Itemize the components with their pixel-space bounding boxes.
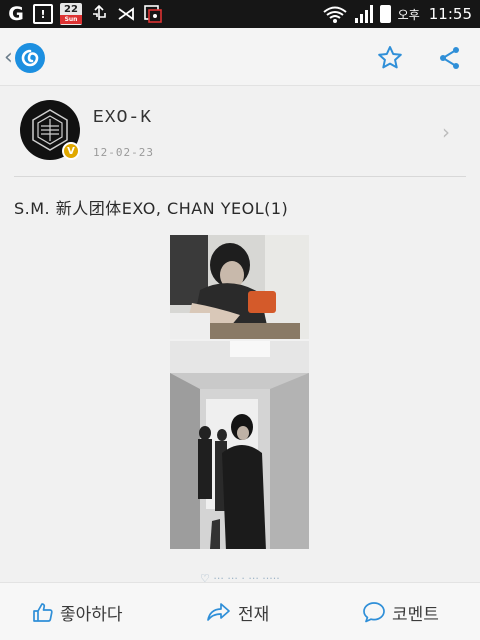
profile-name[interactable]: EXO-K [93, 108, 152, 128]
gallery-icon [143, 3, 163, 25]
comment-label: 코멘트 [392, 604, 439, 625]
speech-bubble-icon [363, 602, 385, 623]
forward-arrow-icon [207, 603, 230, 621]
app-header: ‹ [0, 28, 480, 86]
star-icon[interactable] [376, 44, 404, 72]
chevron-right-icon: › [442, 120, 450, 144]
status-bar: G ! 22 Sun 오후 11:55 [0, 0, 480, 28]
calendar-icon: 22 Sun [60, 3, 82, 25]
repost-button[interactable]: 전재 [206, 597, 269, 627]
profile-date: 12-02-23 [93, 146, 154, 159]
back-button[interactable]: ‹ [4, 42, 56, 74]
profile-row[interactable]: V EXO-K 12-02-23 › [0, 90, 480, 176]
verified-badge: V [62, 142, 80, 160]
battery-icon [379, 5, 391, 23]
back-chevron-icon: ‹ [4, 45, 13, 70]
like-button[interactable]: 좋아하다 [32, 597, 123, 627]
bluetooth-icon [116, 3, 136, 25]
comment-button[interactable]: 코멘트 [362, 597, 439, 627]
wifi-icon [322, 3, 348, 25]
post-photo-1[interactable] [170, 235, 309, 339]
signal-icon [354, 5, 373, 23]
status-bar-right: 오후 11:55 [322, 3, 472, 25]
g-icon: G [8, 3, 24, 25]
calendar-weekday: Sun [60, 15, 82, 24]
status-bar-left: G ! 22 Sun [6, 3, 163, 25]
thumbs-up-icon [33, 603, 53, 622]
ampm-text: 오후 [397, 7, 420, 22]
post-meta-row: ♡ ··· ··· · ··· ····· [200, 572, 280, 582]
repost-label: 전재 [238, 604, 270, 625]
calendar-day: 22 [64, 4, 78, 15]
notification-icon: ! [33, 4, 53, 24]
clock-time: 11:55 [428, 5, 472, 23]
divider [14, 176, 466, 177]
post-photo-2[interactable] [170, 341, 309, 549]
like-label: 좋아하다 [60, 604, 123, 625]
bottom-action-bar: 좋아하다 전재 코멘트 [0, 582, 480, 640]
share-icon[interactable] [436, 44, 464, 72]
app-logo-icon [14, 43, 45, 73]
usb-icon [89, 3, 109, 25]
post-title: S.M. 新人团体EXO, CHAN YEOL(1) [14, 199, 289, 218]
